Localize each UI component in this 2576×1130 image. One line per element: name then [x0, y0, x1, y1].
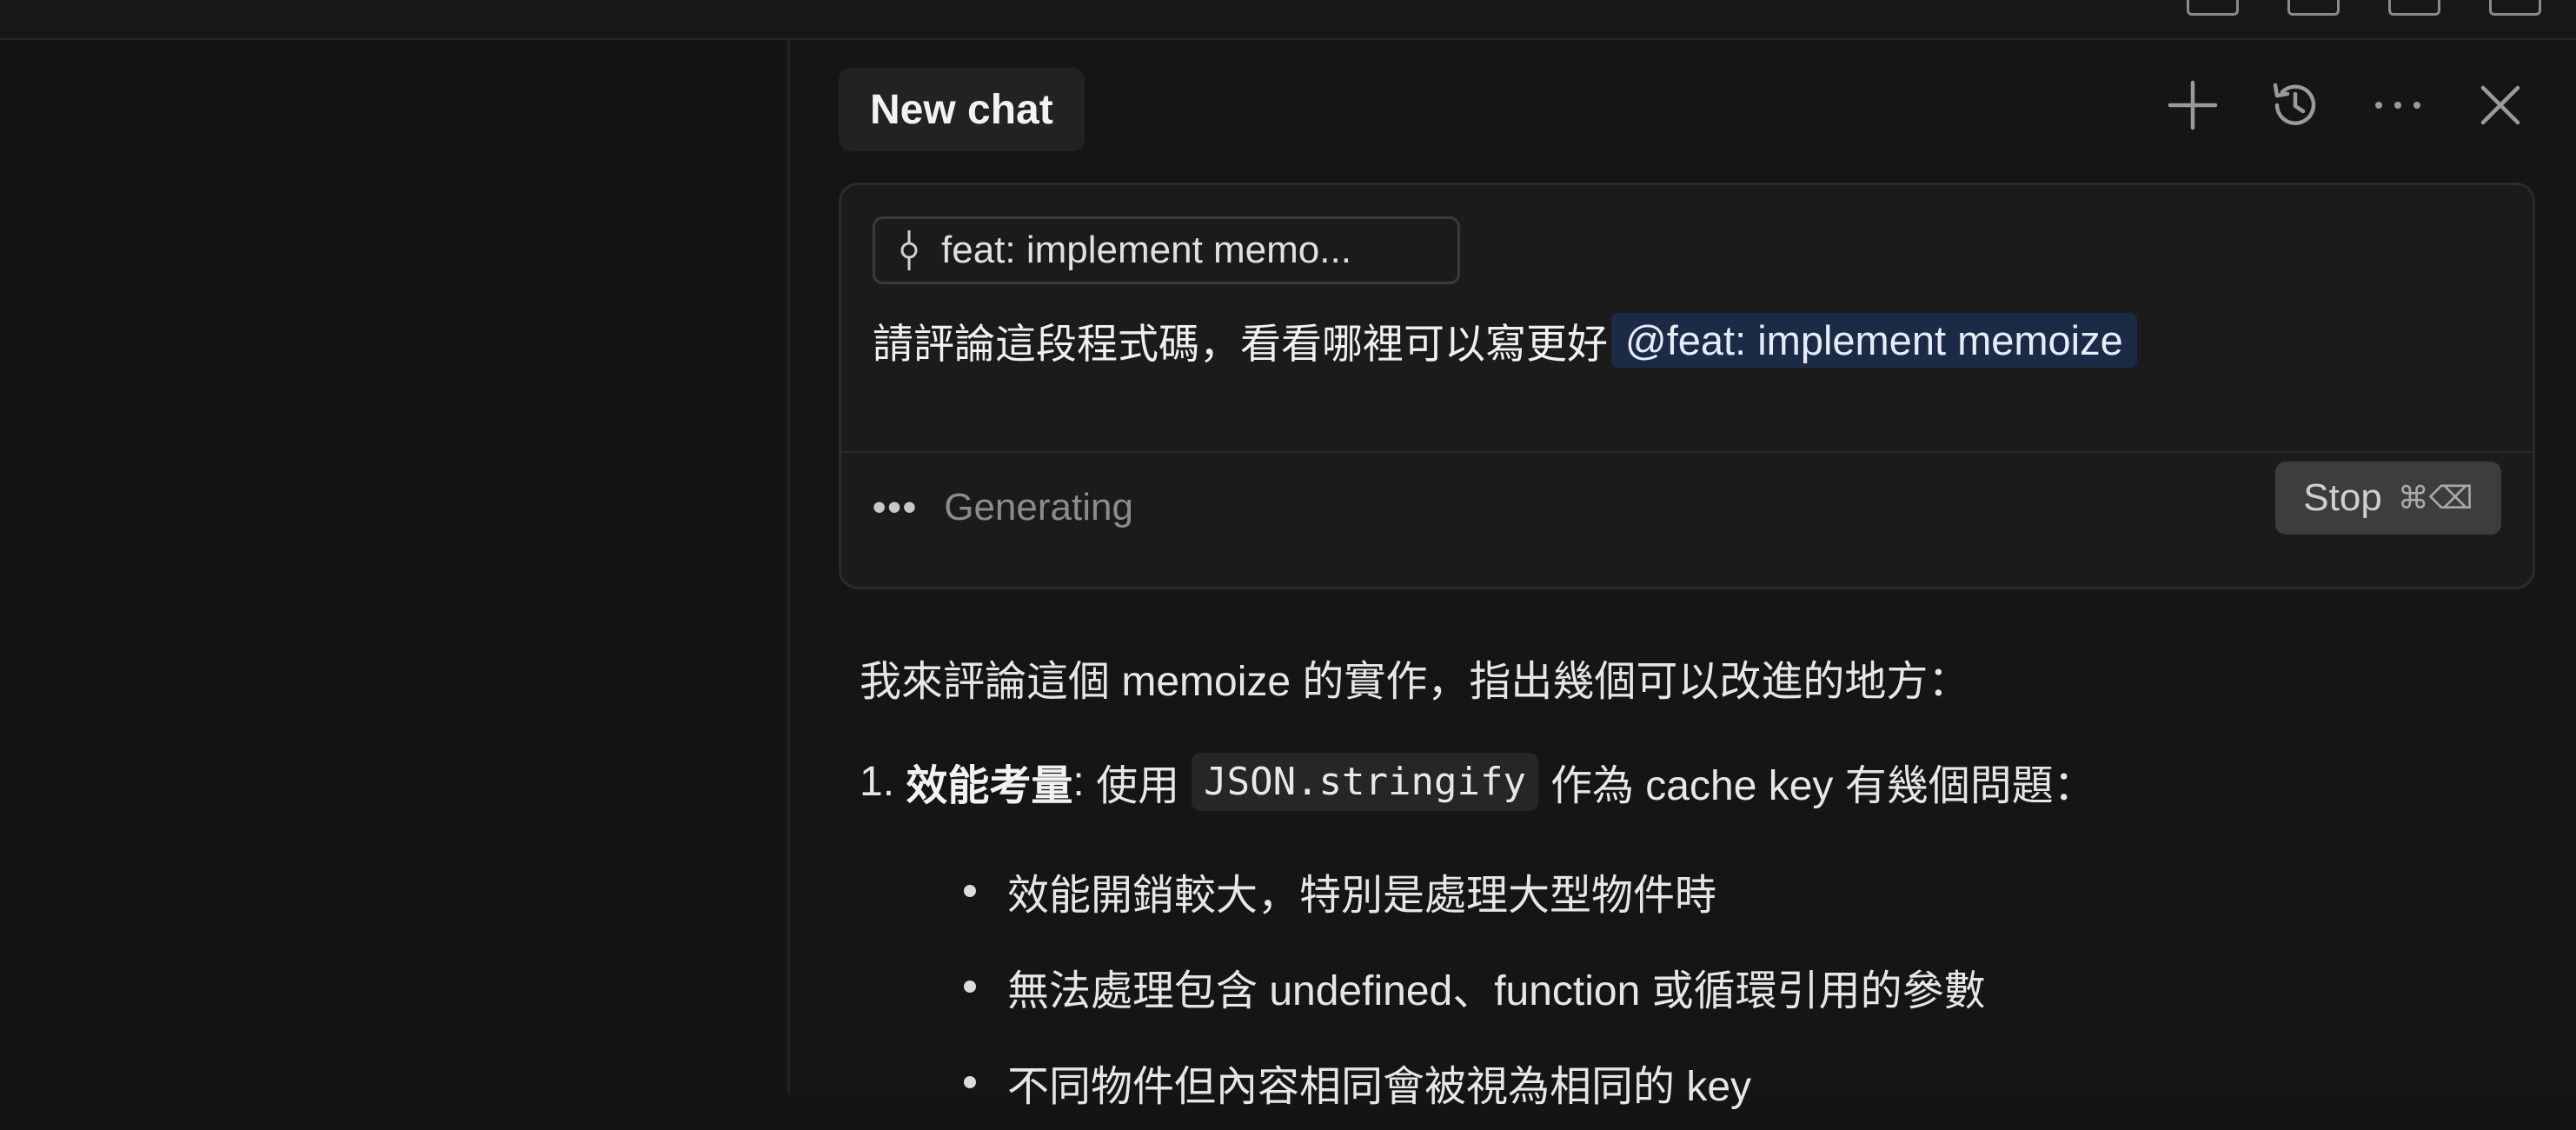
topbar-icon-group	[2187, 0, 2541, 16]
top-bar	[0, 0, 2576, 40]
context-chip-label: feat: implement memo...	[941, 229, 1351, 271]
editor-area	[0, 40, 787, 1093]
chat-header-actions	[2161, 73, 2533, 137]
item-post: 作為 cache key 有幾個問題：	[1550, 763, 2095, 809]
plus-icon	[2168, 80, 2218, 130]
generating-status: ••• Generating	[873, 486, 1133, 529]
tab-new-chat-label: New chat	[870, 86, 1053, 133]
more-options-button[interactable]	[2366, 73, 2430, 137]
stop-shortcut: ⌘⌫	[2397, 480, 2473, 515]
loading-dots-icon: •••	[873, 486, 919, 528]
bullet-item: 不同物件但內容相同會被視為相同的 key	[964, 1034, 1986, 1130]
tab-new-chat[interactable]: New chat	[839, 68, 1085, 151]
close-chat-button[interactable]	[2468, 73, 2533, 137]
more-icon	[2375, 102, 2420, 109]
context-chip[interactable]: feat: implement memo...	[873, 216, 1460, 284]
item-title: 效能考量	[906, 763, 1073, 809]
bullet-item: 無法處理包含 undefined、function 或循環引用的參數	[964, 939, 1986, 1034]
inline-code: JSON.stringify	[1192, 752, 1538, 811]
stop-label: Stop	[2303, 476, 2382, 519]
new-chat-button[interactable]	[2161, 73, 2225, 137]
composer-divider	[841, 451, 2533, 453]
stop-button[interactable]: Stop ⌘⌫	[2275, 462, 2501, 535]
bullet-list: 效能開銷較大，特別是處理大型物件時 無法處理包含 undefined、funct…	[964, 843, 1986, 1130]
message-composer: feat: implement memo... 請評論這段程式碼，看看哪裡可以寫…	[839, 183, 2535, 589]
chat-panel: New chat feat: implement memo... 請評論這段程式…	[790, 40, 2576, 1110]
layout-left-icon[interactable]	[2187, 0, 2239, 16]
bullet-text: 不同物件但內容相同會被視為相同的 key	[1007, 1064, 1752, 1110]
bullet-dot-icon	[964, 980, 976, 993]
item-colon: :	[1072, 758, 1085, 805]
commit-mention[interactable]: @feat: implement memoize	[1611, 313, 2137, 368]
history-button[interactable]	[2263, 73, 2327, 137]
commit-icon	[900, 230, 918, 270]
bullet-dot-icon	[964, 885, 976, 897]
response-list-item: 1. 效能考量 : 使用 JSON.stringify 作為 cache key…	[860, 751, 2095, 812]
user-prompt: 請評論這段程式碼，看看哪裡可以寫更好 @feat: implement memo…	[873, 310, 2137, 370]
bullet-item: 效能開銷較大，特別是處理大型物件時	[964, 843, 1986, 939]
item-pre: 使用	[1096, 763, 1180, 809]
bullet-text: 無法處理包含 undefined、function 或循環引用的參數	[1007, 968, 1986, 1014]
layout-right-icon[interactable]	[2388, 0, 2440, 16]
settings-icon[interactable]	[2489, 0, 2541, 16]
history-icon	[2273, 83, 2316, 125]
item-number: 1.	[860, 758, 895, 805]
bullet-dot-icon	[964, 1076, 976, 1088]
layout-bottom-icon[interactable]	[2287, 0, 2340, 16]
status-text: Generating	[944, 486, 1133, 528]
response-intro: 我來評論這個 memoize 的實作，指出幾個可以改進的地方：	[860, 659, 1970, 705]
bullet-text: 效能開銷較大，特別是處理大型物件時	[1007, 873, 1717, 919]
close-icon	[2480, 85, 2520, 125]
prompt-text: 請評論這段程式碼，看看哪裡可以寫更好	[873, 321, 1608, 367]
